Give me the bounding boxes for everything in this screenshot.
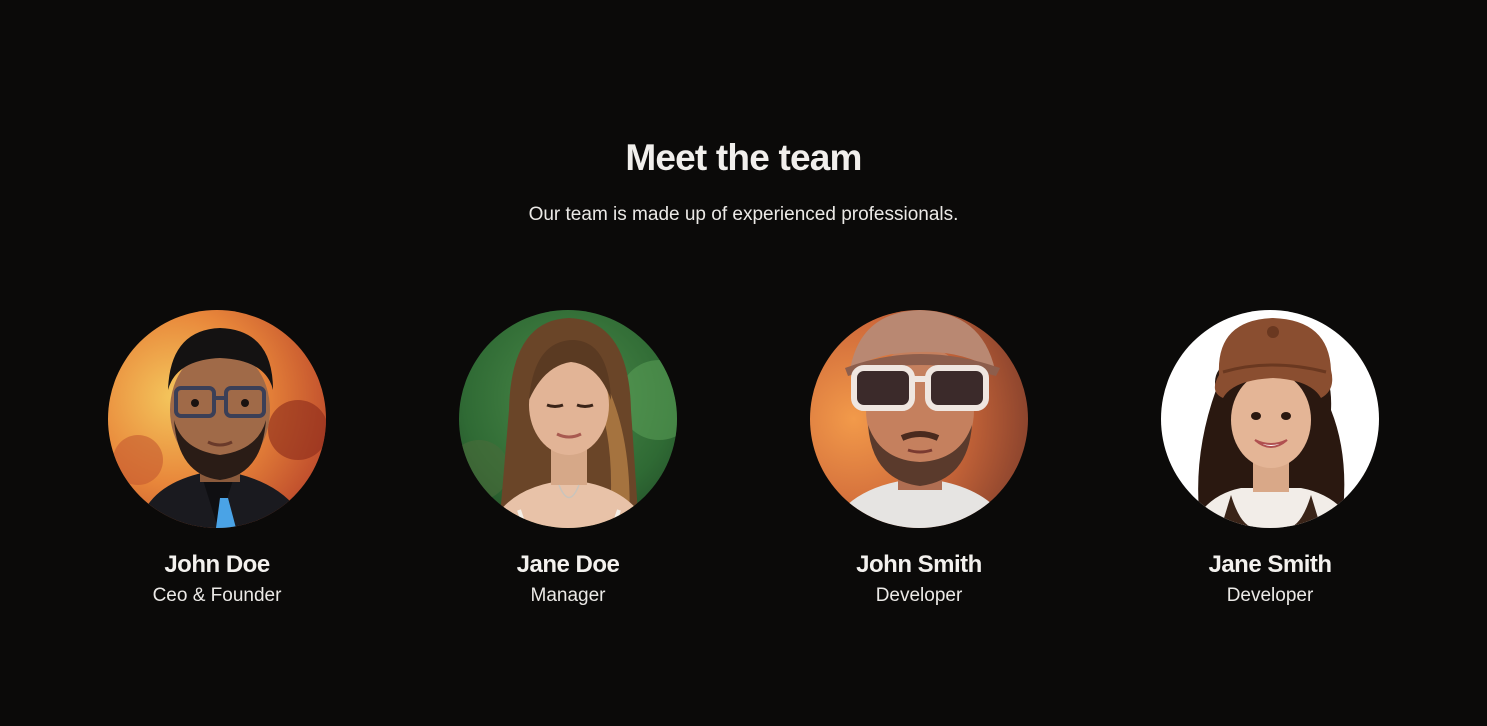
team-member-card: Jane Doe Manager <box>418 310 718 609</box>
woman-brown-hat-photo <box>1161 310 1379 528</box>
member-name: Jane Smith <box>1208 551 1332 578</box>
man-sunglasses-cap-photo <box>810 310 1028 528</box>
member-name: Jane Doe <box>516 551 620 578</box>
team-section: Meet the team Our team is made up of exp… <box>0 0 1487 726</box>
section-subtitle: Our team is made up of experienced profe… <box>528 204 959 225</box>
member-role: Developer <box>1226 585 1314 606</box>
avatar <box>1161 310 1379 528</box>
avatar <box>810 310 1028 528</box>
team-member-card: Jane Smith Developer <box>1120 310 1420 609</box>
section-title: Meet the team <box>625 137 862 178</box>
avatar <box>459 310 677 528</box>
member-role: Manager <box>530 585 606 606</box>
avatar <box>108 310 326 528</box>
man-glasses-photo <box>108 310 326 528</box>
woman-long-hair-photo <box>459 310 677 528</box>
team-members: John Doe Ceo & Founder Jane Doe Manager … <box>0 310 1487 630</box>
team-member-card: John Doe Ceo & Founder <box>67 310 367 609</box>
member-role: Ceo & Founder <box>152 585 282 606</box>
team-member-card: John Smith Developer <box>769 310 1069 609</box>
member-role: Developer <box>875 585 963 606</box>
member-name: John Smith <box>856 551 982 578</box>
member-name: John Doe <box>164 551 270 578</box>
